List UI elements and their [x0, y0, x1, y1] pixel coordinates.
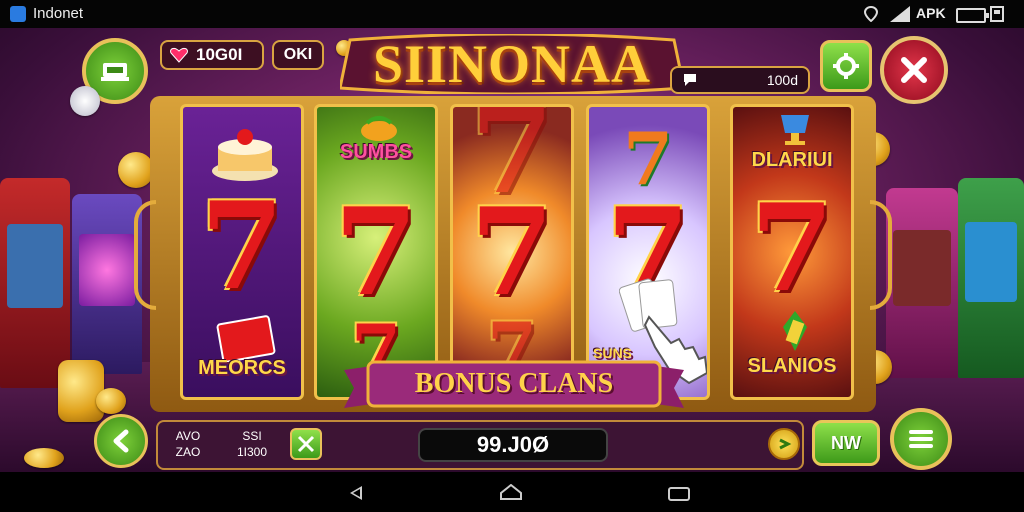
arcade-cabinet	[958, 178, 1024, 378]
scissors-icon	[297, 435, 315, 453]
gallery-icon	[990, 6, 1004, 22]
trophy-icon	[781, 115, 809, 145]
reel-2: SUMBS 7 7	[314, 104, 438, 400]
gold-coin	[96, 388, 126, 414]
battery-icon	[956, 8, 989, 23]
seven-symbol: 7	[200, 176, 284, 317]
bet-button[interactable]	[290, 428, 322, 460]
symbol-label: SLANIOS	[747, 355, 837, 377]
machine-icon	[101, 63, 129, 81]
win-amount: 99.J0Ø	[418, 428, 608, 462]
game-title: SIINONAA	[372, 34, 652, 94]
back-button[interactable]	[94, 414, 148, 468]
reel-5: DLARIUI 7 SLANIOS	[730, 104, 854, 400]
level-value: OKI	[283, 46, 313, 63]
gems-value: 10G0I	[196, 45, 243, 64]
stat-1-value: ZAO	[175, 445, 201, 459]
seven-symbol: 7	[750, 178, 834, 319]
frame-ornament-left	[134, 200, 156, 310]
chat-icon	[684, 74, 696, 86]
stat-2-value: 1I300	[236, 445, 268, 459]
stat-1-label: AVO	[175, 429, 201, 443]
symbol-label: MEORCS	[198, 357, 286, 379]
heart-gem-icon	[170, 47, 188, 63]
new-button[interactable]: NW	[812, 420, 880, 466]
frame-ornament-right	[870, 200, 892, 310]
seven-symbol: 7	[470, 182, 554, 323]
symbol-label: DLARIUI	[751, 149, 833, 171]
game-screen: Indonet APK 10G0I OKI SIINONAA 100d 7 ME…	[0, 0, 1024, 512]
nav-home-icon[interactable]	[500, 484, 522, 500]
arrow-icon	[779, 438, 792, 450]
gold-coin	[58, 360, 104, 422]
app-icon	[10, 6, 26, 22]
menu-button[interactable]	[890, 408, 952, 470]
right-pill-value: 100d	[766, 72, 798, 88]
app-name: Indonet	[33, 5, 84, 22]
nav-back-icon[interactable]	[350, 486, 362, 500]
symbol-label: SUMBS	[339, 141, 413, 163]
bonus-banner-text: BONUS CLANS	[414, 368, 614, 399]
gold-coin	[24, 448, 64, 468]
signal-icon	[890, 6, 910, 22]
seven-symbol: 7	[334, 182, 418, 323]
settings-button[interactable]	[820, 40, 872, 92]
level-badge: OKI	[272, 40, 324, 70]
fruit-icon	[361, 116, 397, 141]
gold-coin	[118, 152, 154, 188]
location-icon	[864, 6, 878, 22]
gems-counter: 10G0I	[160, 40, 264, 70]
add-coins-button[interactable]	[768, 428, 800, 460]
reel-4: 7 7 SUNS	[586, 104, 710, 400]
cake-icon	[212, 129, 278, 181]
silver-coin	[70, 86, 100, 116]
status-bar: Indonet APK	[0, 0, 1024, 28]
close-button[interactable]	[880, 36, 948, 104]
arcade-cabinet	[72, 194, 142, 374]
reel-3: 7 7 7	[450, 104, 574, 400]
reel-1: 7 MEORCS	[180, 104, 304, 400]
chevron-left-icon	[113, 429, 129, 453]
menu-icon	[909, 430, 933, 448]
network-label: APK	[916, 5, 946, 21]
arcade-cabinet	[0, 178, 70, 388]
stat-2: SSI 1I300	[228, 428, 276, 460]
gear-icon	[833, 53, 859, 79]
stat-1: AVO ZAO	[168, 428, 208, 460]
new-button-label: NW	[831, 432, 861, 453]
close-icon	[901, 57, 927, 83]
stat-2-label: SSI	[242, 429, 262, 443]
right-pill: 100d	[670, 66, 810, 94]
arcade-cabinet	[886, 188, 958, 378]
nav-recents-icon[interactable]	[668, 487, 690, 501]
clover-icon	[783, 311, 807, 351]
